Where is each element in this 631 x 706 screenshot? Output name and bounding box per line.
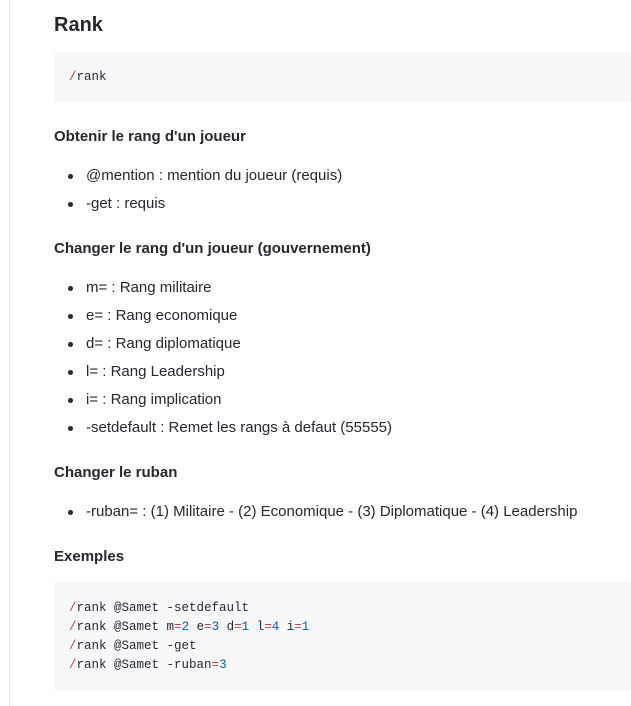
- code-token: /: [69, 70, 77, 84]
- code-line: /rank @Samet m=2 e=3 d=1 l=4 i=1: [69, 618, 631, 637]
- command-code-block: /rank: [54, 52, 631, 102]
- code-token: =: [294, 620, 302, 634]
- left-border: [9, 0, 10, 706]
- list-item: -ruban= : (1) Militaire - (2) Economique…: [54, 498, 577, 526]
- code-token: =: [211, 658, 220, 672]
- code-token: /: [69, 601, 77, 615]
- code-line: /rank: [69, 68, 631, 87]
- code-token: 2: [181, 620, 190, 634]
- list-item: d= : Rang diplomatique: [54, 330, 392, 358]
- code-token: rank @Samet -get: [76, 639, 197, 653]
- heading-examples: Exemples: [54, 548, 125, 565]
- list-get-rank: @mention : mention du joueur (requis) -g…: [54, 162, 342, 218]
- code-token: =: [204, 620, 212, 634]
- code-line: /rank @Samet -setdefault: [69, 599, 631, 618]
- code-token: i: [279, 620, 295, 634]
- list-item: -get : requis: [54, 190, 342, 218]
- list-item: @mention : mention du joueur (requis): [54, 162, 342, 190]
- list-item: -setdefault : Remet les rangs à defaut (…: [54, 414, 392, 442]
- code-token: =: [174, 620, 182, 634]
- code-token: /: [69, 620, 77, 634]
- heading-get-rank: Obtenir le rang d'un joueur: [54, 128, 246, 145]
- section-title: Rank: [54, 14, 103, 36]
- code-token: rank @Samet m: [76, 620, 175, 634]
- heading-change-rank: Changer le rang d'un joueur (gouvernemen…: [54, 240, 371, 257]
- code-token: e: [189, 620, 205, 634]
- list-item: e= : Rang economique: [54, 302, 392, 330]
- list-change-ribbon: -ruban= : (1) Militaire - (2) Economique…: [54, 498, 577, 526]
- code-token: =: [264, 620, 272, 634]
- code-token: rank: [76, 70, 107, 84]
- list-item: i= : Rang implication: [54, 386, 392, 414]
- heading-change-ribbon: Changer le ruban: [54, 464, 178, 481]
- list-item: l= : Rang Leadership: [54, 358, 392, 386]
- list-item: m= : Rang militaire: [54, 274, 392, 302]
- code-token: 3: [219, 658, 227, 672]
- code-token: rank @Samet -setdefault: [76, 601, 250, 615]
- code-token: /: [69, 639, 77, 653]
- code-line: /rank @Samet -ruban=3: [69, 656, 631, 675]
- code-line: /rank @Samet -get: [69, 637, 631, 656]
- examples-code-block: /rank @Samet -setdefault/rank @Samet m=2…: [54, 582, 631, 691]
- list-change-rank: m= : Rang militaire e= : Rang economique…: [54, 274, 392, 442]
- code-token: 3: [211, 620, 220, 634]
- code-token: rank @Samet -ruban: [76, 658, 212, 672]
- code-token: d: [219, 620, 235, 634]
- code-token: =: [234, 620, 242, 634]
- code-token: 1: [301, 620, 310, 634]
- code-token: l: [249, 620, 265, 634]
- code-token: /: [69, 658, 77, 672]
